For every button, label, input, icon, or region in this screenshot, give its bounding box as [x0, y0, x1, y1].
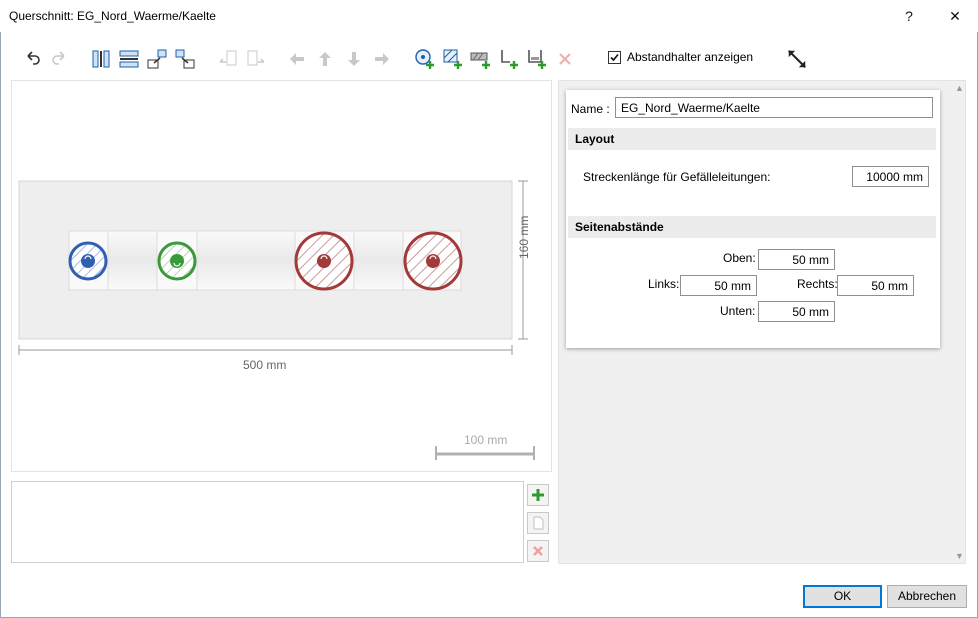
- spacer: [353, 230, 404, 291]
- pipe-green: [157, 241, 197, 281]
- show-spacers-label: Abstandhalter anzeigen: [627, 50, 754, 64]
- margin-right-label: Rechts:: [797, 277, 838, 291]
- margin-top-label: Oben:: [723, 251, 756, 265]
- pipe-blue: [68, 241, 108, 281]
- name-input[interactable]: EG_Nord_Waerme/Kaelte: [615, 97, 933, 118]
- export-right-icon: [243, 46, 269, 72]
- margin-right-input[interactable]: 50 mm: [837, 275, 914, 296]
- delete-element-button: [527, 540, 549, 562]
- toolbar: Abstandhalter anzeigen: [10, 42, 970, 78]
- add-element-button[interactable]: [527, 484, 549, 506]
- arrow-down-icon: [341, 46, 367, 72]
- window-title: Querschnitt: EG_Nord_Waerme/Kaelte: [9, 9, 216, 23]
- width-dimension-label: 500 mm: [243, 358, 287, 372]
- ok-button[interactable]: OK: [803, 585, 882, 608]
- slope-length-label: Streckenlänge für Gefälleleitungen:: [583, 170, 771, 184]
- margin-bottom-label: Unten:: [720, 304, 756, 318]
- spacer: [107, 230, 158, 291]
- layout-header: Layout: [568, 128, 936, 150]
- margin-top-input[interactable]: 50 mm: [758, 249, 835, 270]
- undo-icon[interactable]: [20, 46, 46, 72]
- title-bar: Querschnitt: EG_Nord_Waerme/Kaelte ? ✕: [0, 0, 978, 32]
- add-area-icon[interactable]: [440, 46, 466, 72]
- pipe-red-1: [294, 231, 354, 291]
- redo-icon: [46, 46, 72, 72]
- layout-vertical-icon[interactable]: [88, 46, 114, 72]
- cross-section-canvas[interactable]: 500 mm 160 mm 100 mm: [11, 80, 552, 472]
- arrow-right-icon: [369, 46, 395, 72]
- margin-left-label: Links:: [648, 277, 680, 291]
- import-left-icon[interactable]: [144, 46, 170, 72]
- copy-icon: [533, 516, 544, 530]
- delete-icon: [552, 46, 578, 72]
- add-pipe-icon[interactable]: [412, 46, 438, 72]
- name-label: Name :: [571, 102, 610, 116]
- show-spacers-checkbox[interactable]: [608, 50, 621, 64]
- scale-bar-label: 100 mm: [464, 433, 508, 447]
- fit-view-icon[interactable]: [782, 46, 812, 72]
- properties-card: Name : EG_Nord_Waerme/Kaelte Layout Stre…: [566, 90, 940, 348]
- close-button[interactable]: ✕: [940, 6, 970, 26]
- import-right-icon[interactable]: [172, 46, 198, 72]
- slope-length-input[interactable]: 10000 mm: [852, 166, 929, 187]
- arrow-left-icon: [284, 46, 310, 72]
- scroll-down-icon[interactable]: ▼: [955, 551, 964, 561]
- pipe-red-2: [403, 231, 463, 291]
- element-list[interactable]: [11, 481, 524, 563]
- margin-left-input[interactable]: 50 mm: [680, 275, 757, 296]
- spacer: [196, 230, 296, 291]
- show-spacers-toggle[interactable]: Abstandhalter anzeigen: [608, 50, 753, 64]
- height-dimension-label: 160 mm: [517, 215, 531, 259]
- add-support-icon[interactable]: [496, 46, 522, 72]
- scroll-up-icon[interactable]: ▲: [955, 83, 964, 93]
- layout-horizontal-icon[interactable]: [116, 46, 142, 72]
- copy-element-button: [527, 512, 549, 534]
- cancel-button[interactable]: Abbrechen: [887, 585, 967, 608]
- help-button[interactable]: ?: [894, 6, 924, 26]
- add-box-icon[interactable]: [468, 46, 494, 72]
- margin-bottom-input[interactable]: 50 mm: [758, 301, 835, 322]
- export-left-icon: [215, 46, 241, 72]
- arrow-up-icon: [312, 46, 338, 72]
- delete-x-icon: [533, 546, 543, 556]
- add-hanger-icon[interactable]: [524, 46, 550, 72]
- plus-icon: [532, 489, 544, 501]
- margins-header: Seitenabstände: [568, 216, 936, 238]
- cross-section-drawing: [18, 180, 535, 460]
